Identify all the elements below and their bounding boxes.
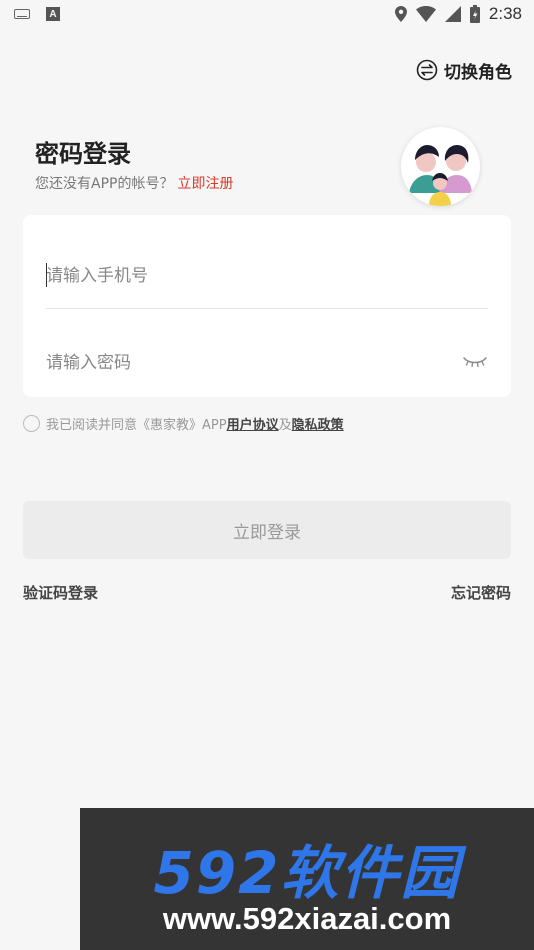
forgot-password-link[interactable]: 忘记密码: [451, 582, 511, 603]
status-right: 2:38: [394, 4, 522, 24]
agreement-and: 及: [278, 418, 292, 433]
login-button[interactable]: 立即登录: [23, 501, 511, 559]
register-prompt: 您还没有APP的帐号？: [35, 176, 174, 192]
switch-role-button[interactable]: 切换角色: [416, 57, 512, 83]
watermark-banner: 592软件园 www.592xiazai.com: [80, 808, 534, 950]
agreement-row: 我已阅读并同意《惠家教》APP 用户协议及隐私政策: [23, 414, 344, 433]
agreement-prefix: 我已阅读并同意《惠家教》APP: [46, 418, 227, 433]
login-card: [23, 215, 511, 397]
keyboard-icon: [14, 9, 30, 19]
eye-closed-icon[interactable]: [462, 355, 488, 369]
status-bar: A 2:38: [0, 0, 534, 28]
privacy-policy-link[interactable]: 隐私政策: [292, 414, 344, 433]
phone-input[interactable]: [46, 265, 488, 286]
register-link[interactable]: 立即注册: [177, 176, 233, 192]
battery-icon: [469, 5, 480, 23]
status-left: A: [14, 7, 60, 21]
swap-icon: [416, 59, 438, 81]
register-line: 您还没有APP的帐号？ 立即注册: [35, 173, 233, 193]
status-time: 2:38: [488, 4, 522, 23]
watermark-url: www.592xiazai.com: [162, 901, 452, 936]
wifi-icon: [415, 6, 436, 22]
user-agreement-link[interactable]: 用户协议: [227, 414, 279, 433]
avatar: [401, 127, 480, 206]
switch-role-label: 切换角色: [444, 62, 512, 83]
phone-field: [46, 243, 488, 309]
agreement-checkbox[interactable]: [23, 415, 40, 432]
page-title: 密码登录: [35, 140, 131, 168]
password-input[interactable]: [46, 353, 488, 373]
watermark-title: 592软件园: [153, 839, 461, 907]
password-field: [46, 333, 488, 393]
text-caret: [46, 263, 47, 287]
family-avatar-icon: [401, 127, 480, 206]
location-icon: [394, 6, 407, 22]
sms-login-link[interactable]: 验证码登录: [23, 582, 98, 603]
signal-icon: [444, 6, 461, 22]
text-a-icon: A: [46, 7, 60, 21]
